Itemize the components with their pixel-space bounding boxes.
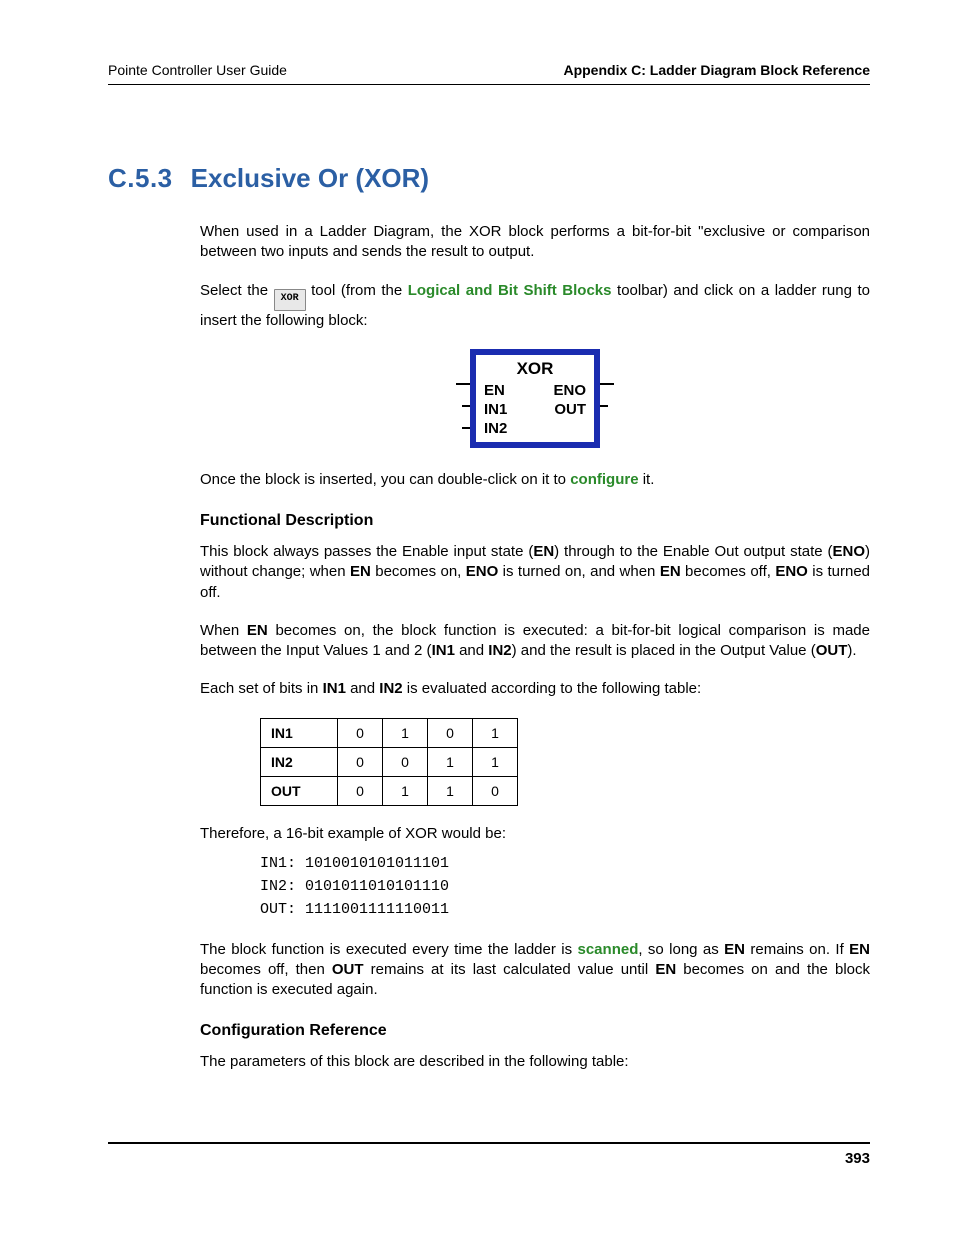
example-code: IN1: 1010010101011101 IN2: 0101011010101… [260,852,870,922]
truth-table: IN1 0 1 0 1 IN2 0 0 1 1 OUT 0 1 1 0 [260,718,518,806]
running-header: Pointe Controller User Guide Appendix C:… [108,62,870,85]
functional-para-2: When EN becomes on, the block function i… [200,621,870,662]
block-pin-in2: IN2 [484,420,507,437]
table-row: IN1 0 1 0 1 [261,718,518,747]
intro-paragraph: When used in a Ladder Diagram, the XOR b… [200,222,870,263]
functional-para-3: Each set of bits in IN1 and IN2 is evalu… [200,679,870,699]
page: Pointe Controller User Guide Appendix C:… [0,0,954,1235]
functional-description-heading: Functional Description [200,512,870,530]
example-intro: Therefore, a 16-bit example of XOR would… [200,824,870,844]
table-row: IN2 0 0 1 1 [261,747,518,776]
block-pin-en: EN [484,382,505,399]
functional-para-1: This block always passes the Enable inpu… [200,542,870,603]
page-number: 393 [845,1150,870,1167]
header-left: Pointe Controller User Guide [108,62,287,78]
after-block-paragraph: Once the block is inserted, you can doub… [200,470,870,490]
header-right: Appendix C: Ladder Diagram Block Referen… [563,62,870,78]
block-title: XOR [476,359,594,381]
block-pin-eno: ENO [553,382,586,399]
block-diagram: XOR EN ENO IN1 OUT IN2 [200,349,870,448]
scanned-link[interactable]: scanned [578,941,639,958]
configure-link[interactable]: configure [570,471,638,488]
config-paragraph: The parameters of this block are describ… [200,1052,870,1072]
content-area: C.5.3Exclusive Or (XOR) When used in a L… [200,85,870,1073]
block-pin-in1: IN1 [484,401,507,418]
section-number: C.5.3 [108,163,173,193]
section-title-text: Exclusive Or (XOR) [191,163,429,193]
xor-tool-icon: XOR [274,289,306,311]
toolbar-link[interactable]: Logical and Bit Shift Blocks [408,282,612,299]
section-heading: C.5.3 Exclusive Or (XOR) [108,163,870,194]
select-paragraph: Select the XOR tool (from the Logical an… [200,281,870,331]
table-row: OUT 0 1 1 0 [261,776,518,805]
page-footer: 393 [108,1142,870,1167]
block-pin-out: OUT [554,401,586,418]
scan-paragraph: The block function is executed every tim… [200,940,870,1001]
configuration-reference-heading: Configuration Reference [200,1022,870,1040]
